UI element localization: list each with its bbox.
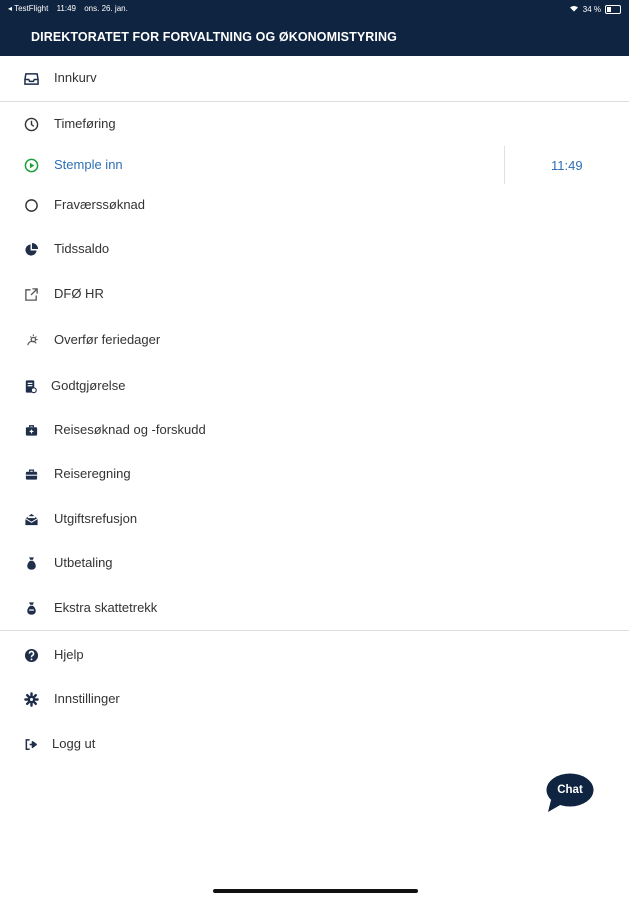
divider [0, 630, 629, 631]
menu-item-label: Utbetaling [54, 555, 113, 570]
menu-item-label: DFØ HR [54, 286, 104, 301]
menu-item-reiseregning[interactable]: Reiseregning [0, 454, 629, 494]
page-title: DIREKTORATET FOR FORVALTNING OG ØKONOMIS… [31, 30, 397, 44]
battery-icon [605, 4, 621, 14]
battery-percent: 34 % [582, 4, 601, 14]
home-indicator[interactable] [213, 889, 418, 893]
menu-item-label: Utgiftsrefusjon [54, 511, 138, 526]
menu-item-tidssaldo[interactable]: Tidssaldo [0, 229, 629, 269]
menu-item-label: Tidssaldo [54, 241, 110, 256]
pie-chart-icon [24, 242, 39, 257]
status-left: ◂ TestFlight 11:49 ons. 26. jan. [8, 4, 134, 13]
status-right: 34 % [569, 4, 621, 14]
menu-item-innstillinger[interactable]: Innstillinger [0, 679, 629, 719]
menu-item-label: Innkurv [54, 70, 97, 85]
menu-item-label: Hjelp [54, 647, 84, 662]
menu-item-godtgjorelse[interactable]: Godtgjørelse [0, 366, 629, 406]
menu-item-label: Timeføring [54, 116, 116, 131]
stamp-time: 11:49 [551, 158, 583, 173]
status-bar: ◂ TestFlight 11:49 ons. 26. jan. 34 % [0, 0, 629, 18]
play-circle-icon [24, 158, 39, 173]
menu-item-label: Reisesøknad og -forskudd [54, 422, 206, 437]
time-separator [504, 146, 505, 184]
clock-icon [24, 117, 39, 132]
briefcase-icon [24, 423, 39, 438]
back-to-testflight-link[interactable]: ◂ TestFlight [8, 4, 48, 13]
menu-item-overfor-feriedager[interactable]: Overfør feriedager [0, 320, 629, 360]
app-header: DIREKTORATET FOR FORVALTNING OG ØKONOMIS… [0, 18, 629, 56]
wifi-icon [569, 4, 579, 14]
chat-button[interactable]: Chat [546, 773, 594, 812]
divider [0, 101, 629, 102]
logout-icon [24, 737, 39, 752]
help-icon [24, 648, 39, 663]
menu-item-reisesoknad[interactable]: Reisesøknad og -forskudd [0, 410, 629, 450]
receipt-icon [23, 379, 38, 394]
gear-icon [24, 692, 39, 707]
menu-item-logg-ut[interactable]: Logg ut [0, 724, 629, 764]
menu-item-label: Logg ut [52, 736, 96, 751]
inbox-icon [24, 71, 39, 86]
menu-item-label: Godtgjørelse [51, 378, 126, 393]
menu-item-utgiftsrefusjon[interactable]: Utgiftsrefusjon [0, 499, 629, 539]
menu-item-label: Reiseregning [54, 466, 131, 481]
menu-item-fravaerssoknad[interactable]: Fraværssøknad [0, 185, 629, 225]
status-time: 11:49 [56, 4, 76, 13]
menu-item-timeforing[interactable]: Timeføring [0, 104, 629, 144]
envelope-open-icon [24, 512, 39, 527]
menu-item-label: Overfør feriedager [54, 332, 161, 347]
suitcase-icon [24, 467, 39, 482]
menu-item-stemple-inn[interactable]: Stemple inn [0, 145, 629, 185]
menu-item-dfo-hr[interactable]: DFØ HR [0, 274, 629, 314]
circle-icon [24, 198, 39, 213]
menu-item-label: Stemple inn [54, 157, 123, 172]
external-link-icon [24, 287, 39, 302]
sun-icon [24, 333, 39, 348]
menu-item-label: Ekstra skattetrekk [54, 600, 158, 615]
chat-label: Chat [557, 784, 583, 796]
menu-item-hjelp[interactable]: Hjelp [0, 635, 629, 675]
status-date: ons. 26. jan. [84, 4, 128, 13]
menu-item-innkurv[interactable]: Innkurv [0, 58, 629, 98]
money-bag-icon [24, 556, 39, 571]
money-bag-alt-icon [24, 601, 39, 616]
menu-item-label: Fraværssøknad [54, 197, 146, 212]
menu-item-utbetaling[interactable]: Utbetaling [0, 543, 629, 583]
app-root: ◂ TestFlight 11:49 ons. 26. jan. 34 % DI… [0, 0, 629, 900]
menu-item-ekstra-skattetrekk[interactable]: Ekstra skattetrekk [0, 588, 629, 628]
menu-item-label: Innstillinger [54, 691, 120, 706]
